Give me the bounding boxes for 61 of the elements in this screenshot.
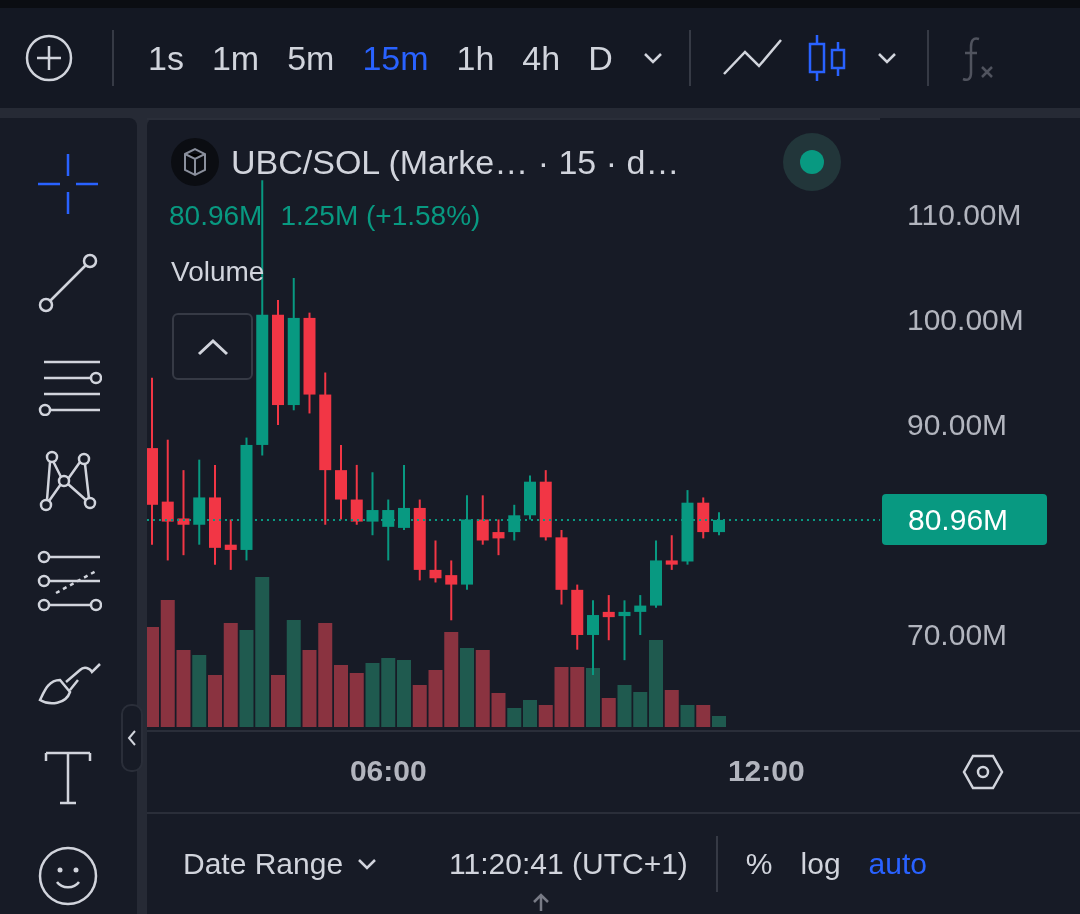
- candle: [697, 496, 710, 540]
- chevron-down-icon: [357, 858, 378, 870]
- candle: [429, 539, 442, 584]
- arrow-up-icon: [531, 892, 551, 912]
- last-value: 80.96M: [169, 202, 263, 230]
- volume-bar: [523, 700, 537, 727]
- collapse-button[interactable]: [121, 704, 143, 772]
- interval-tab[interactable]: 1s: [134, 41, 198, 75]
- chevron-down-icon: [641, 51, 664, 65]
- price-label: 90.00M: [907, 410, 1008, 440]
- price-label: 100.00M: [907, 305, 1024, 335]
- price-label: 70.00M: [907, 619, 1008, 650]
- interval-tab[interactable]: 1m: [197, 41, 274, 75]
- candle: [508, 503, 521, 542]
- candle: [350, 463, 363, 526]
- candle: [366, 471, 379, 537]
- add-icon: [25, 34, 73, 82]
- chevron-left-icon: [127, 729, 137, 747]
- candle: [492, 518, 505, 557]
- interval-tab[interactable]: 1h: [442, 41, 509, 75]
- time-label: 06:00: [349, 756, 427, 786]
- chevron-up-icon: [196, 337, 229, 356]
- candle: [665, 534, 678, 571]
- settings-button[interactable]: [961, 752, 1005, 792]
- candle: [634, 594, 647, 636]
- volume-bar: [365, 663, 380, 727]
- candle: [602, 594, 615, 642]
- volume-bar: [192, 655, 207, 727]
- candle: [618, 599, 631, 662]
- market-status-icon: [783, 133, 841, 191]
- candle: [650, 539, 662, 609]
- candle: [445, 559, 458, 622]
- settings-icon: [962, 753, 1004, 791]
- price-label: 110.00M: [907, 200, 1022, 230]
- scale-option[interactable]: %: [731, 849, 787, 879]
- last-price-tag: 80.96M: [882, 494, 1047, 545]
- interval-tab[interactable]: 4h: [508, 41, 575, 75]
- interval-tab[interactable]: 15m: [348, 41, 443, 75]
- add-button[interactable]: [24, 33, 74, 83]
- date-range-button[interactable]: Date Range: [183, 849, 378, 879]
- volume-bar: [349, 673, 364, 727]
- price-change: 1.25M (+1.58%): [280, 202, 481, 230]
- candle: [524, 474, 536, 521]
- collapse-legend-button[interactable]: [172, 313, 253, 380]
- scale-option[interactable]: log: [786, 849, 855, 879]
- logo-icon: [171, 138, 219, 186]
- clock-label: 11:20:41 (UTC+1): [449, 849, 688, 879]
- candle: [382, 498, 395, 562]
- volume-bar: [381, 658, 396, 727]
- candle: [476, 494, 489, 546]
- volume-bar: [570, 667, 585, 727]
- candle: [224, 518, 237, 571]
- candle: [713, 511, 725, 537]
- scale-option[interactable]: auto: [854, 849, 941, 879]
- interval-tab[interactable]: D: [574, 41, 627, 75]
- chevron-down-icon: [875, 51, 898, 65]
- chart-title: UBC/SOL (Marke… · 15 · d…: [231, 145, 680, 179]
- time-label: 12:00: [727, 756, 805, 786]
- candle: [398, 463, 410, 531]
- interval-tab[interactable]: 5m: [273, 41, 349, 75]
- candle: [571, 583, 584, 651]
